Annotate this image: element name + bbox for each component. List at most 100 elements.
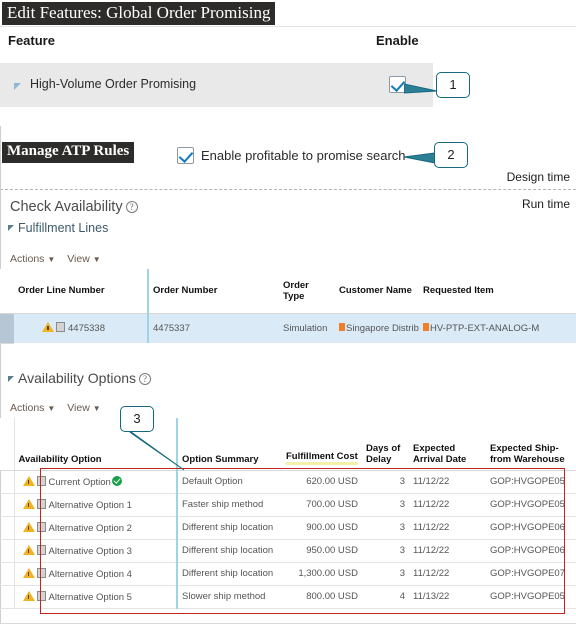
customer-name-value: Singapore Distribu — [346, 322, 419, 334]
cell-days-of-delay: 3 — [362, 562, 409, 586]
cell-fulfillment-cost: 1,300.00 USD — [282, 562, 362, 586]
table-row[interactable]: Alternative Option 2 Different ship locat… — [0, 516, 576, 540]
callout-3-leader — [126, 428, 185, 471]
chevron-down-icon: ▼ — [47, 404, 56, 413]
view-menu-fulfillment[interactable]: View ▼ — [67, 253, 100, 265]
cell-order-number: 4475337 — [147, 313, 279, 343]
section-fulfillment-lines[interactable]: Fulfillment Lines — [8, 221, 108, 235]
cell-expected-arrival-date: 11/12/22 — [409, 516, 486, 540]
col-customer-name[interactable]: Customer Name — [335, 269, 419, 314]
title-divider — [0, 26, 576, 27]
fulfillment-cost-label: Fulfillment Cost — [286, 451, 358, 465]
availability-option-value: Alternative Option 1 — [48, 499, 132, 511]
order-line-number-value: 4475338 — [68, 323, 105, 335]
availability-options-table: Availability Option Option Summary Fulfi… — [0, 418, 576, 609]
availability-option-value: Alternative Option 4 — [48, 568, 132, 580]
warning-icon — [22, 567, 35, 578]
cell-expected-arrival-date: 11/13/22 — [409, 585, 486, 609]
cell-option-summary: Slower ship method — [176, 585, 282, 609]
cell-expected-ship-from-warehouse: GOP:HVGOPE05 — [486, 585, 576, 609]
cell-option-summary: Different ship location — [176, 516, 282, 540]
warning-icon — [22, 475, 35, 486]
cell-expected-arrival-date: 11/12/22 — [409, 562, 486, 586]
table-row[interactable]: 4475338 4475337 Simulation Singapore Dis… — [0, 313, 576, 344]
cell-days-of-delay: 3 — [362, 516, 409, 540]
chevron-down-icon: ▼ — [92, 404, 101, 413]
cell-fulfillment-cost: 620.00 USD — [282, 470, 362, 494]
cell-option-summary: Different ship location — [176, 562, 282, 586]
row-select-cell[interactable] — [0, 470, 15, 494]
flag-icon — [339, 322, 345, 331]
col-order-type[interactable]: Order Type — [279, 269, 335, 314]
cell-availability-option: Alternative Option 4 — [14, 562, 177, 586]
warning-icon — [42, 322, 54, 333]
select-column-header — [0, 418, 15, 471]
view-label: View — [67, 402, 90, 414]
row-select-cell[interactable] — [0, 516, 15, 540]
col-requested-item[interactable]: Requested Item — [419, 269, 576, 314]
chevron-down-icon: ▼ — [92, 255, 101, 264]
cell-expected-ship-from-warehouse: GOP:HVGOPE07 — [486, 562, 576, 586]
warning-icon — [22, 498, 35, 509]
cell-days-of-delay: 3 — [362, 493, 409, 517]
enable-profitable-to-promise-checkbox[interactable] — [177, 147, 194, 164]
col-days-of-delay[interactable]: Days of Delay — [362, 418, 409, 471]
cell-fulfillment-cost: 800.00 USD — [282, 585, 362, 609]
row-select-cell[interactable] — [0, 585, 15, 609]
document-icon — [56, 322, 65, 333]
fulfillment-lines-toolbar: Actions ▼ View ▼ — [10, 253, 110, 265]
check-availability-text: Check Availability — [10, 199, 123, 215]
view-label: View — [67, 253, 90, 265]
table-header-row: Availability Option Option Summary Fulfi… — [0, 418, 576, 471]
row-select-cell[interactable] — [0, 562, 15, 586]
fulfillment-lines-table: Order Line Number Order Number Order Typ… — [0, 269, 576, 344]
table-row[interactable]: Alternative Option 5 Slower ship method 80… — [0, 585, 576, 609]
table-row[interactable]: Alternative Option 4 Different ship locat… — [0, 562, 576, 586]
availability-options-toolbar: Actions ▼ View ▼ — [10, 402, 110, 414]
cell-availability-option: Alternative Option 2 — [14, 516, 177, 540]
cell-days-of-delay: 3 — [362, 470, 409, 494]
actions-menu-fulfillment[interactable]: Actions ▼ — [10, 253, 55, 265]
page-title: Edit Features: Global Order Promising — [2, 2, 276, 25]
row-select-cell[interactable] — [0, 313, 14, 344]
cell-expected-ship-from-warehouse: GOP:HVGOPE06 — [486, 539, 576, 563]
cell-expected-ship-from-warehouse: GOP:HVGOPE06 — [486, 516, 576, 540]
callout-marker-3: 3 — [120, 406, 154, 432]
col-order-number[interactable]: Order Number — [147, 269, 279, 314]
actions-label: Actions — [10, 402, 45, 414]
col-expected-ship-from-warehouse[interactable]: Expected Ship-from Warehouse — [486, 418, 576, 471]
expand-triangle-icon[interactable] — [14, 83, 21, 90]
cell-requested-item: HV-PTP-EXT-ANALOG-M — [419, 313, 576, 343]
table-row[interactable]: Alternative Option 1 Faster ship method 70… — [0, 493, 576, 517]
collapse-triangle-icon[interactable] — [8, 376, 14, 382]
collapse-triangle-icon[interactable] — [8, 225, 14, 231]
table-row[interactable]: Alternative Option 3 Different ship locat… — [0, 539, 576, 563]
cell-days-of-delay: 3 — [362, 539, 409, 563]
warning-icon — [22, 521, 35, 532]
col-fulfillment-cost[interactable]: Fulfillment Cost — [282, 418, 362, 471]
cell-availability-option: Alternative Option 3 — [14, 539, 177, 563]
cell-option-summary: Different ship location — [176, 539, 282, 563]
design-time-label: Design time — [506, 170, 570, 184]
cell-days-of-delay: 4 — [362, 585, 409, 609]
cell-order-line-number: 4475338 — [14, 313, 148, 343]
col-order-line-number[interactable]: Order Line Number — [14, 269, 148, 314]
select-column-header — [0, 269, 14, 314]
availability-option-value: Alternative Option 3 — [48, 545, 132, 557]
help-icon[interactable]: ? — [139, 373, 152, 385]
actions-label: Actions — [10, 253, 45, 265]
row-select-cell[interactable] — [0, 539, 15, 563]
view-menu-availability[interactable]: View ▼ — [67, 402, 100, 414]
availability-options-label: Availability Options — [18, 370, 137, 386]
document-icon — [36, 544, 46, 555]
feature-row[interactable]: High-Volume Order Promising — [0, 63, 433, 107]
section-availability-options[interactable]: Availability Options? — [8, 370, 152, 386]
cell-fulfillment-cost: 950.00 USD — [282, 539, 362, 563]
col-expected-arrival-date[interactable]: Expected Arrival Date — [409, 418, 486, 471]
help-icon[interactable]: ? — [125, 201, 138, 213]
table-row[interactable]: Current Option Default Option 620.00 USD 3 1… — [0, 470, 576, 494]
row-select-cell[interactable] — [0, 493, 15, 517]
feature-name-label: High-Volume Order Promising — [30, 77, 197, 91]
actions-menu-availability[interactable]: Actions ▼ — [10, 402, 55, 414]
flag-icon — [423, 322, 429, 331]
